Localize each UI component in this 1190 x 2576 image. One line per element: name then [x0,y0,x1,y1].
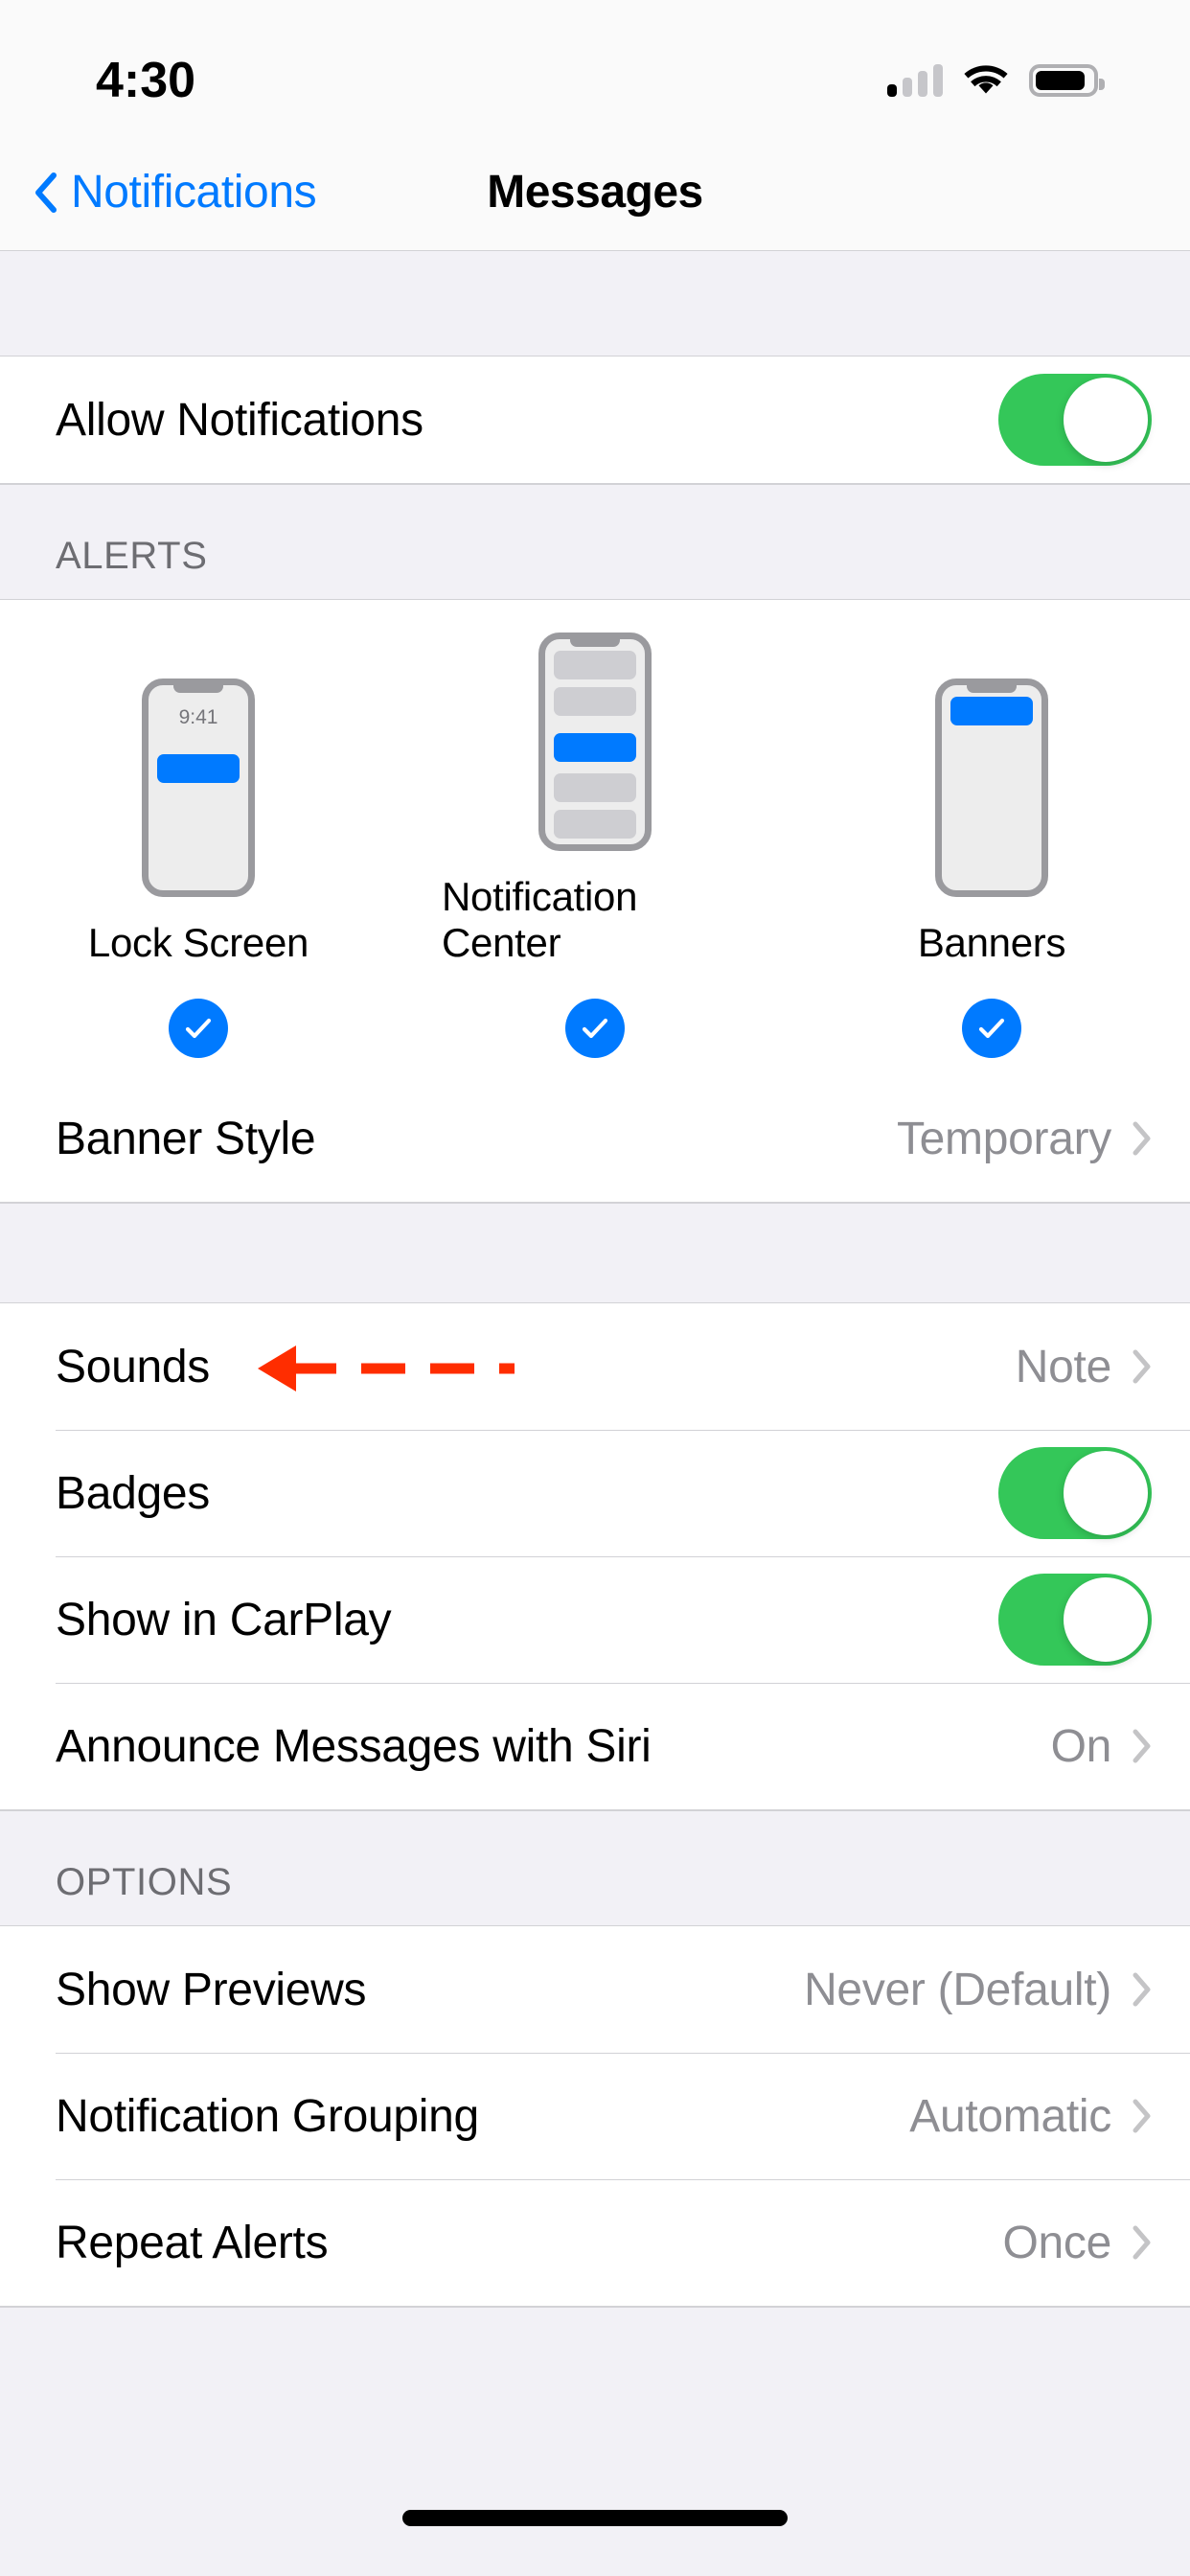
lock-screen-preview-time: 9:41 [149,706,248,729]
notification-center-preview [538,632,652,851]
checkmark-banners[interactable] [962,999,1021,1058]
preview-notification-bar [950,697,1033,725]
options-section-header: OPTIONS [0,1810,1190,1925]
toggle-knob [1064,1451,1148,1535]
alert-option-label-banners: Banners [918,920,1065,966]
options-group: Show Previews Never (Default) Notificati… [0,1925,1190,2307]
row-label-badges: Badges [56,1467,210,1520]
row-label-repeat-alerts: Repeat Alerts [56,2217,328,2269]
row-label-allow-notifications: Allow Notifications [56,394,423,447]
alerts-group: 9:41 Lock Screen [0,599,1190,1203]
row-show-previews[interactable]: Show Previews Never (Default) [0,1926,1190,2053]
toggle-knob [1064,378,1148,462]
badges-toggle[interactable] [998,1447,1152,1539]
chevron-left-icon [34,172,57,213]
battery-icon [1029,64,1098,97]
alerts-section-header: ALERTS [0,484,1190,599]
chevron-right-icon [1133,1729,1152,1763]
row-value-sounds: Note [1016,1341,1111,1393]
row-value-show-previews: Never (Default) [804,1964,1111,2016]
row-label-show-previews: Show Previews [56,1964,366,2016]
alert-option-notification-center[interactable]: Notification Center [442,632,748,1058]
alert-option-banners[interactable]: Banners [838,678,1145,1058]
home-indicator-area [0,2480,1190,2576]
row-repeat-alerts[interactable]: Repeat Alerts Once [0,2179,1190,2306]
preview-bar [554,773,636,802]
allow-notifications-toggle[interactable] [998,374,1152,466]
preview-notification-bar [554,733,636,762]
iphone-screen: 4:30 Notifications Messages [0,0,1190,2576]
cellular-signal-icon [887,64,943,97]
row-value-repeat-alerts: Once [1002,2217,1111,2269]
check-icon [578,1011,612,1046]
chevron-right-icon [1133,1972,1152,2007]
checkmark-notification-center[interactable] [565,999,625,1058]
navigation-bar: Notifications Messages [0,134,1190,251]
status-bar: 4:30 [0,0,1190,134]
row-show-in-carplay[interactable]: Show in CarPlay [0,1556,1190,1683]
row-label-announce-messages-with-siri: Announce Messages with Siri [56,1720,652,1773]
row-sounds[interactable]: Sounds Note [0,1303,1190,1430]
preview-bar [554,810,636,839]
preview-bar [554,651,636,679]
row-label-banner-style: Banner Style [56,1113,315,1165]
sounds-group: Sounds Note Badges [0,1303,1190,1810]
home-indicator[interactable] [402,2510,788,2526]
settings-content: Allow Notifications ALERTS 9:41 [0,251,1190,2407]
back-button-label: Notifications [71,166,316,218]
notch [570,638,620,647]
notch [967,684,1017,693]
toggle-knob [1064,1577,1148,1662]
row-banner-style[interactable]: Banner Style Temporary [0,1075,1190,1202]
show-in-carplay-toggle[interactable] [998,1574,1152,1666]
check-icon [181,1011,216,1046]
row-announce-messages-with-siri[interactable]: Announce Messages with Siri On [0,1683,1190,1809]
row-badges[interactable]: Badges [0,1430,1190,1556]
row-label-notification-grouping: Notification Grouping [56,2090,479,2143]
alert-option-label-notification-center: Notification Center [442,874,748,966]
preview-notification-bar [157,754,240,783]
section-gap-top [0,251,1190,356]
notch [173,684,223,693]
row-label-show-in-carplay: Show in CarPlay [56,1594,391,1646]
row-value-notification-grouping: Automatic [909,2090,1111,2143]
section-gap-bottom [0,2307,1190,2407]
section-gap-middle [0,1203,1190,1303]
chevron-right-icon [1133,1121,1152,1156]
back-button[interactable]: Notifications [0,166,316,218]
status-bar-indicators [887,64,1098,97]
alert-style-picker: 9:41 Lock Screen [0,600,1190,1075]
row-value-announce-messages-with-siri: On [1051,1720,1111,1773]
row-label-sounds: Sounds [56,1341,210,1393]
alert-option-lock-screen[interactable]: 9:41 Lock Screen [45,678,352,1058]
banners-preview [935,678,1048,897]
chevron-right-icon [1133,2099,1152,2133]
row-value-banner-style: Temporary [897,1113,1111,1165]
status-bar-time: 4:30 [96,52,195,109]
lock-screen-preview: 9:41 [142,678,255,897]
allow-notifications-group: Allow Notifications [0,356,1190,484]
checkmark-lock-screen[interactable] [169,999,228,1058]
alert-option-label-lock-screen: Lock Screen [88,920,309,966]
chevron-right-icon [1133,2225,1152,2260]
preview-bar [554,687,636,716]
wifi-icon [964,64,1008,97]
red-dashed-arrow-pointing-to-sounds [254,1338,522,1399]
row-notification-grouping[interactable]: Notification Grouping Automatic [0,2053,1190,2179]
row-allow-notifications[interactable]: Allow Notifications [0,356,1190,483]
chevron-right-icon [1133,1349,1152,1384]
check-icon [974,1011,1009,1046]
